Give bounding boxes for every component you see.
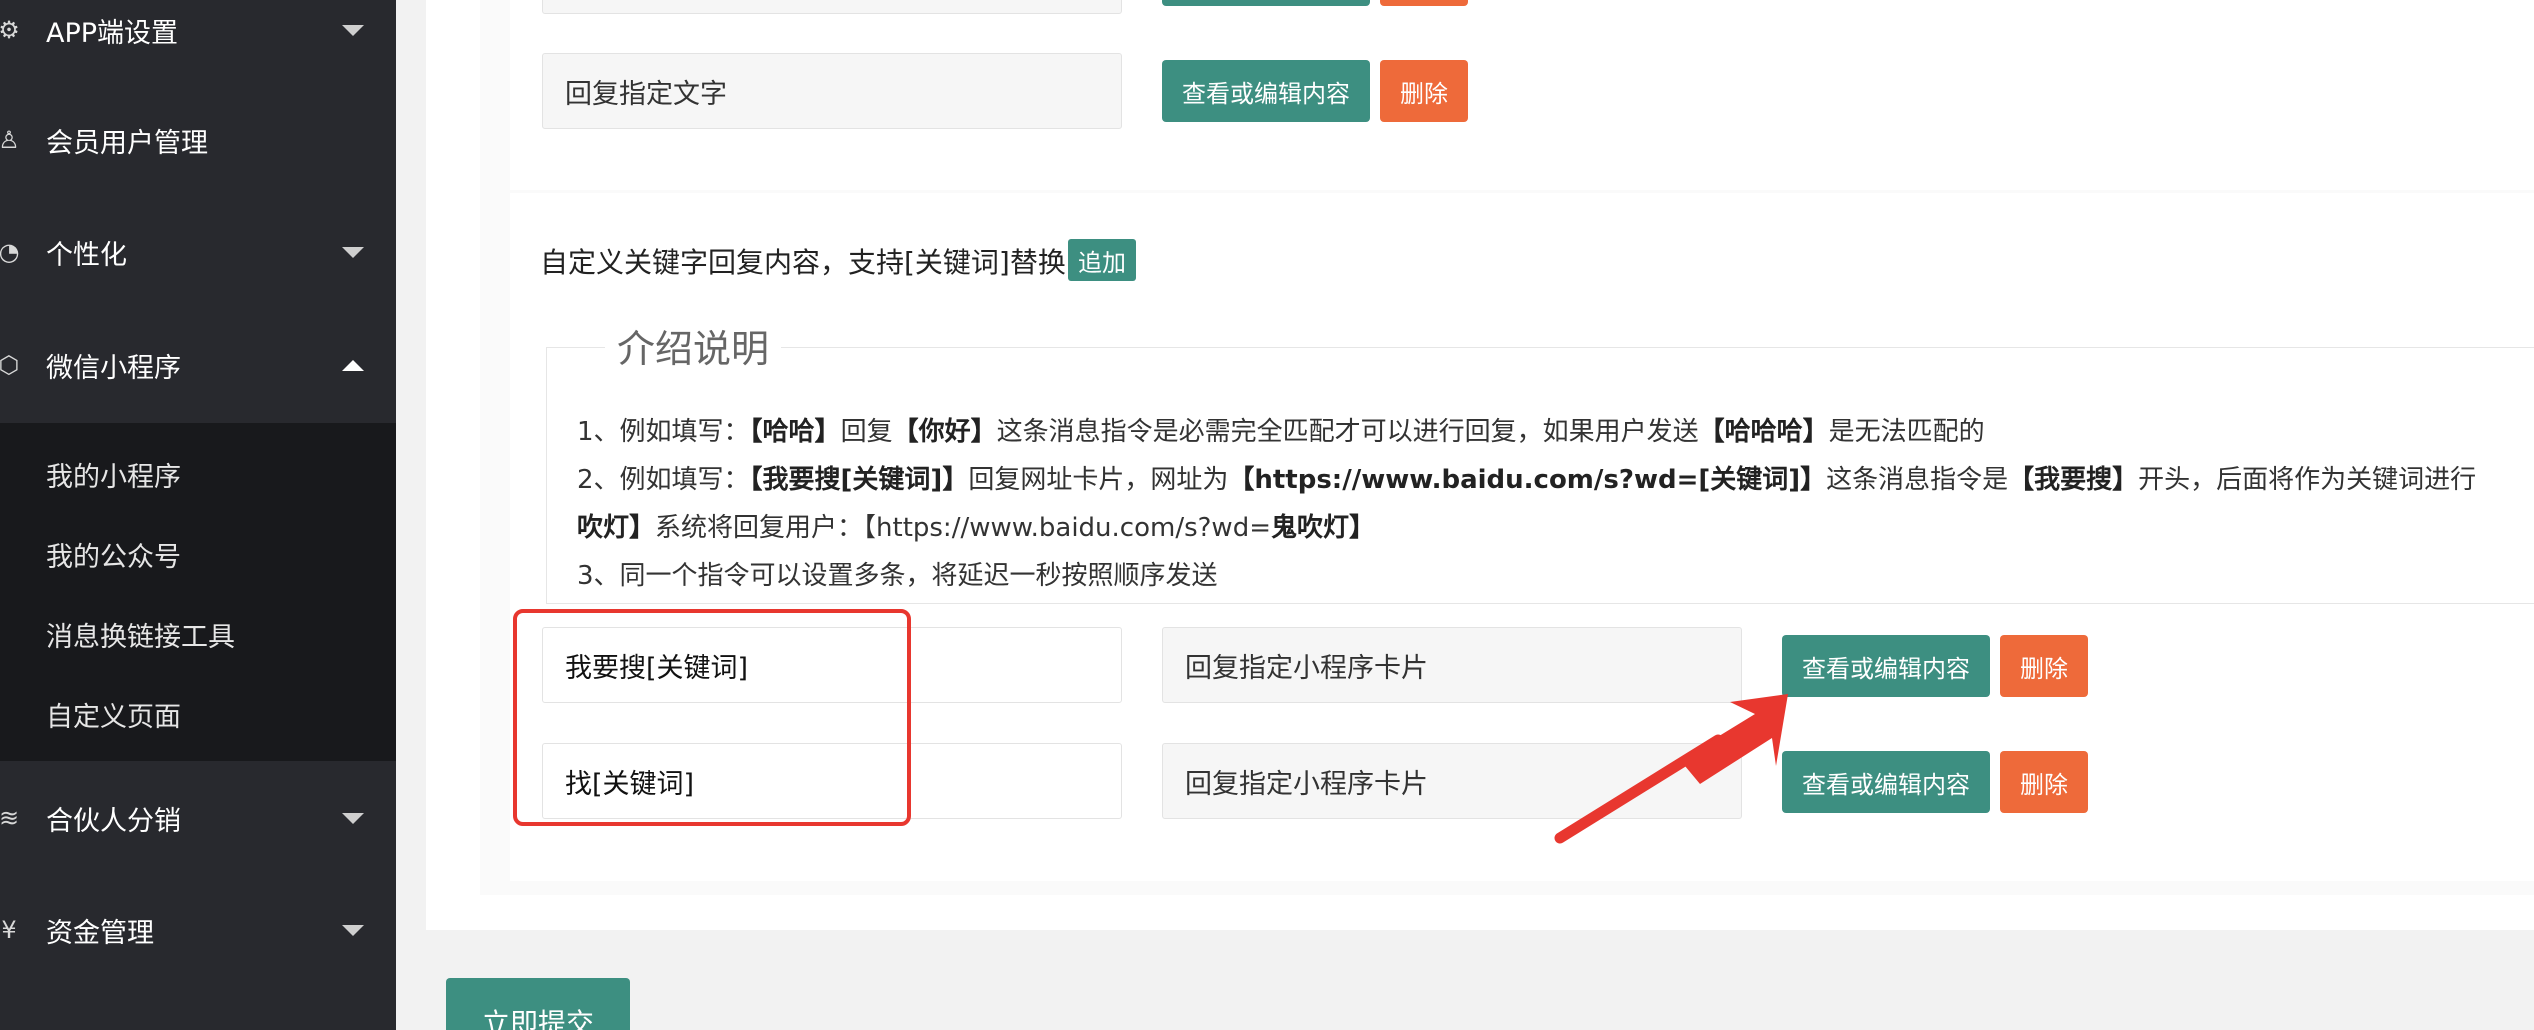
layers-icon: ≋ (0, 804, 20, 832)
note-line-1: 1、例如填写：【哈哈】回复【你好】这条消息指令是必需完全匹配才可以进行回复，如果… (577, 417, 1985, 447)
sidebar-item-wechat-miniprogram[interactable]: ⬡ 微信小程序 (0, 325, 396, 405)
reply-field-hidden[interactable] (542, 0, 1122, 14)
reply-text-field[interactable]: 回复指定文字 (542, 53, 1122, 129)
sidebar: ⚙ APP端设置 ♙ 会员用户管理 ◔ 个性化 ⬡ 微信小程序 我的小程序 我的… (0, 0, 396, 1030)
sidebar-item-label: 会员用户管理 (46, 127, 208, 159)
section-title: 自定义关键字回复内容，支持[关键词]替换 (540, 246, 1066, 279)
instructions-text: 1、例如填写：【哈哈】回复【你好】这条消息指令是必需完全匹配才可以进行回复，如果… (577, 408, 2527, 600)
submenu-item-link-tool[interactable]: 消息换链接工具 (46, 615, 235, 654)
delete-button[interactable]: 删除 (1380, 60, 1468, 122)
note-line-2: 2、例如填写：【我要搜[关键词]】回复网址卡片，网址为【https://www.… (577, 465, 2477, 495)
sidebar-item-label: APP端设置 (46, 17, 179, 49)
sidebar-item-label: 个性化 (46, 239, 127, 271)
sidebar-item-partner-distribution[interactable]: ≋ 合伙人分销 (0, 778, 396, 858)
sidebar-item-app-settings[interactable]: ⚙ APP端设置 (0, 0, 396, 70)
annotation-arrow-icon (1554, 694, 1788, 844)
chevron-down-icon (342, 24, 364, 36)
submenu-item-my-official-account[interactable]: 我的公众号 (46, 535, 181, 574)
submenu-item-my-miniprogram[interactable]: 我的小程序 (46, 455, 181, 494)
sidebar-item-personalization[interactable]: ◔ 个性化 (0, 212, 396, 292)
yen-icon: ¥ (1, 916, 17, 944)
add-keyword-button[interactable]: 追加 (1068, 239, 1136, 281)
edit-content-button[interactable]: 查看或编辑内容 (1782, 635, 1990, 697)
edit-content-button[interactable]: 查看或编辑内容 (1162, 60, 1370, 122)
reply-section: 回复指定文字 查看或编辑内容 删除 (510, 0, 2534, 190)
chevron-down-icon (342, 246, 364, 258)
chevron-up-icon (342, 359, 364, 371)
chevron-down-icon (342, 812, 364, 824)
delete-button[interactable]: 删除 (2000, 635, 2088, 697)
palette-icon: ◔ (0, 238, 20, 266)
submenu-wechat: 我的小程序 我的公众号 消息换链接工具 自定义页面 (0, 423, 396, 761)
edit-content-button[interactable] (1162, 0, 1370, 6)
delete-button[interactable] (1380, 0, 1468, 6)
instructions-legend: 介绍说明 (605, 318, 782, 373)
instructions-fieldset: 介绍说明 1、例如填写：【哈哈】回复【你好】这条消息指令是必需完全匹配才可以进行… (546, 318, 2534, 604)
note-line-2-cont: 吹灯】系统将回复用户：【https://www.baidu.com/s?wd=鬼… (577, 513, 1375, 543)
note-line-3: 3、同一个指令可以设置多条，将延迟一秒按照顺序发送 (577, 561, 1218, 591)
user-icon: ♙ (0, 126, 20, 154)
chevron-down-icon (342, 924, 364, 936)
submit-button[interactable]: 立即提交 (446, 978, 630, 1030)
cube-icon: ⬡ (0, 351, 20, 379)
sidebar-item-label: 微信小程序 (46, 352, 181, 384)
main-content: 回复指定文字 查看或编辑内容 删除 自定义关键字回复内容，支持[关键词]替换 追… (396, 0, 2534, 1030)
highlight-box (513, 609, 911, 826)
gear-icon: ⚙ (0, 16, 20, 44)
sidebar-item-label: 资金管理 (46, 917, 154, 949)
sidebar-item-label: 合伙人分销 (46, 805, 181, 837)
sidebar-item-funds[interactable]: ¥ 资金管理 (0, 890, 396, 970)
delete-button[interactable]: 删除 (2000, 751, 2088, 813)
sidebar-item-member-users[interactable]: ♙ 会员用户管理 (0, 100, 396, 180)
edit-content-button[interactable]: 查看或编辑内容 (1782, 751, 1990, 813)
submenu-item-custom-page[interactable]: 自定义页面 (46, 695, 181, 734)
